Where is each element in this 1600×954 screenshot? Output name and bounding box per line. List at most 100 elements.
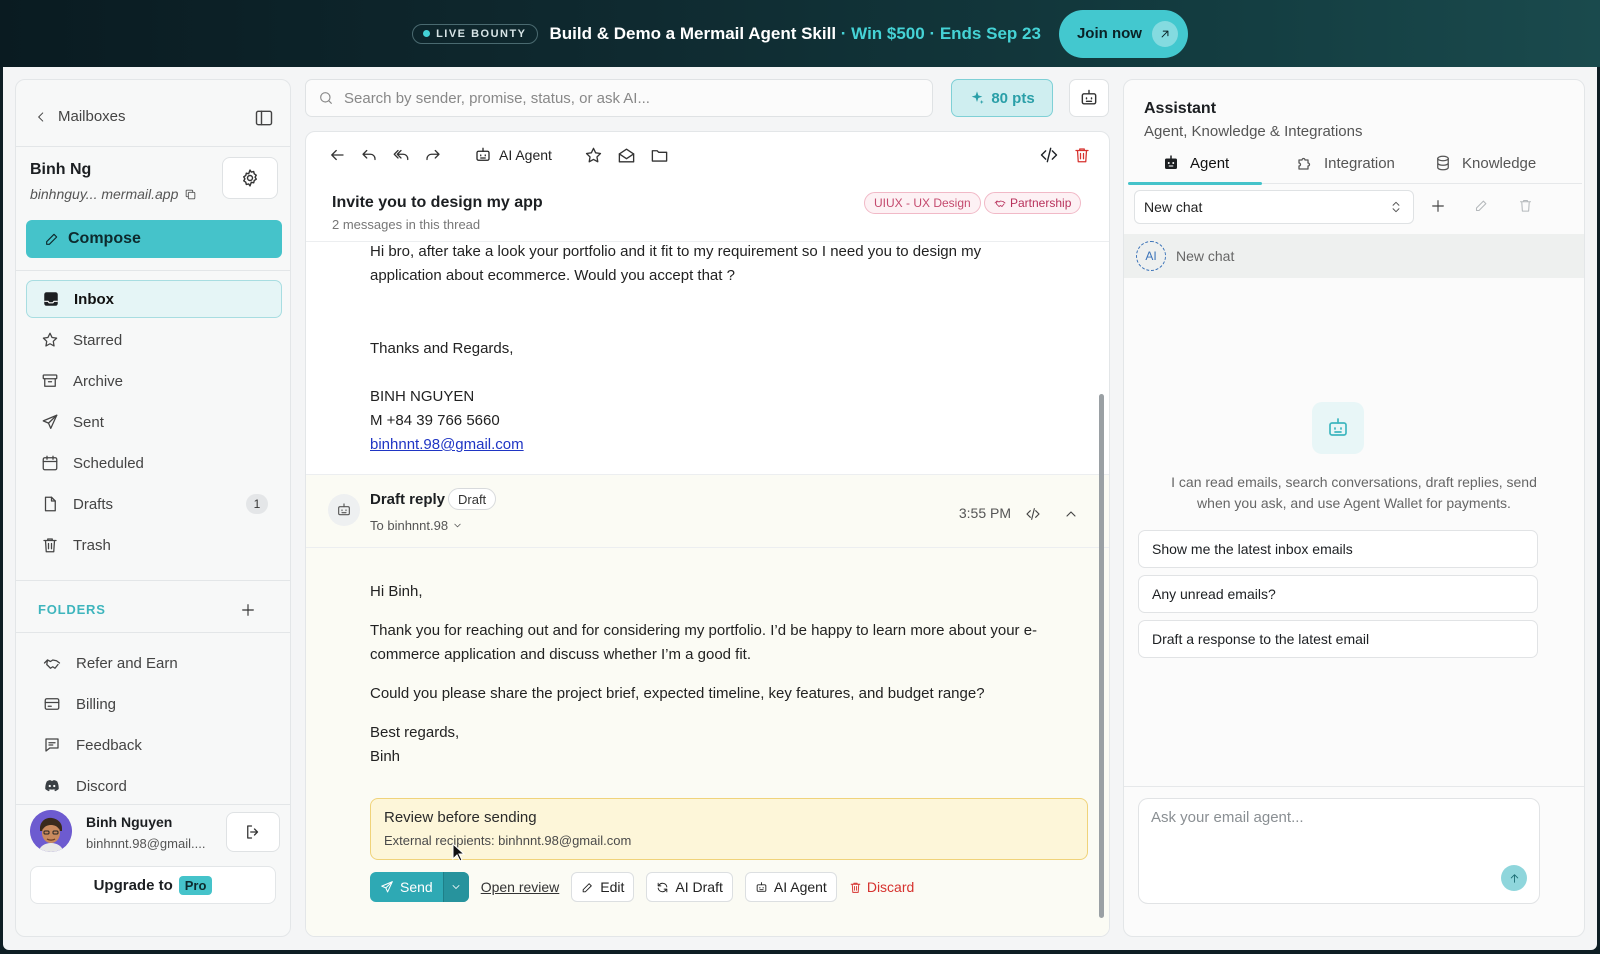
nav-drafts[interactable]: Drafts 1 <box>26 485 282 523</box>
tab-integration[interactable]: Integration <box>1296 150 1395 184</box>
send-options-button[interactable] <box>442 872 469 902</box>
open-review-link[interactable]: Open review <box>481 879 560 895</box>
sidebar-divider <box>16 146 290 147</box>
draft-time: 3:55 PM <box>958 505 1011 521</box>
sidebar-divider <box>16 580 290 581</box>
tab-knowledge[interactable]: Knowledge <box>1434 150 1536 184</box>
chevron-up-icon[interactable] <box>1063 506 1079 522</box>
ai-draft-button[interactable]: AI Draft <box>646 872 733 902</box>
signature-email-link[interactable]: binhnnt.98@gmail.com <box>370 433 524 457</box>
draft-recipient-toggle[interactable]: To binhnnt.98 <box>370 518 463 533</box>
refresh-icon <box>658 882 668 892</box>
link-discord[interactable]: Discord <box>42 771 127 801</box>
account-name: Binh Ng <box>30 161 92 178</box>
discord-icon <box>45 780 59 792</box>
tag-label: UIUX - UX Design <box>874 196 971 210</box>
ask-agent-input[interactable] <box>1151 809 1511 826</box>
discard-button[interactable]: Discard <box>849 879 914 895</box>
chevron-down-icon <box>452 885 460 889</box>
draft-closing: Best regards, <box>370 724 460 741</box>
tag-uiux[interactable]: UIUX - UX Design <box>864 192 981 214</box>
delete-chat-icon[interactable] <box>1518 198 1533 213</box>
send-button-group: Send <box>370 872 469 902</box>
logout-icon <box>247 825 259 839</box>
edit-button[interactable]: Edit <box>571 872 635 902</box>
star-icon[interactable] <box>584 146 603 165</box>
suggestion-chip[interactable]: Show me the latest inbox emails <box>1138 530 1538 568</box>
live-bounty-label: LIVE BOUNTY <box>436 27 527 40</box>
points-button[interactable]: 80 pts <box>951 79 1053 117</box>
nav-archive[interactable]: Archive <box>26 362 282 400</box>
promo-banner: LIVE BOUNTY Build & Demo a Mermail Agent… <box>0 0 1600 67</box>
tab-label: Integration <box>1324 154 1395 172</box>
arrow-left-icon[interactable] <box>328 146 346 164</box>
ai-agent-toolbar-button[interactable]: AI Agent <box>474 146 552 164</box>
drafts-count-badge: 1 <box>246 494 268 514</box>
email-scrollbar[interactable] <box>1099 394 1104 918</box>
draft-header: Draft reply Draft To binhnnt.98 3:55 PM <box>306 474 1109 548</box>
avatar[interactable] <box>30 810 72 852</box>
search-bar[interactable]: Search by sender, promise, status, or as… <box>305 79 933 117</box>
folder-icon[interactable] <box>650 146 669 165</box>
nav-label: Inbox <box>74 290 114 308</box>
reply-all-icon[interactable] <box>392 146 410 164</box>
nav-label: Drafts <box>73 495 114 513</box>
nav-inbox[interactable]: Inbox <box>26 280 282 318</box>
link-billing[interactable]: Billing <box>42 689 116 719</box>
assistant-subtitle: Agent, Knowledge & Integrations <box>1144 123 1363 140</box>
copy-icon[interactable] <box>184 188 197 201</box>
sidebar-toggle-icon[interactable] <box>254 108 274 128</box>
ai-draft-label: AI Draft <box>675 879 723 895</box>
chat-list-item[interactable]: AI New chat <box>1124 234 1584 278</box>
tab-agent[interactable]: Agent <box>1162 150 1229 184</box>
tag-partnership[interactable]: Partnership <box>984 192 1082 214</box>
chat-select-value: New chat <box>1144 199 1203 215</box>
link-refer-and-earn[interactable]: Refer and Earn <box>42 648 178 678</box>
nav-scheduled[interactable]: Scheduled <box>26 444 282 482</box>
send-icon <box>42 414 58 430</box>
nav-starred[interactable]: Starred <box>26 321 282 359</box>
delete-icon[interactable] <box>1073 146 1091 164</box>
suggestion-chip[interactable]: Draft a response to the latest email <box>1138 620 1538 658</box>
agent-toggle-button[interactable] <box>1069 79 1109 117</box>
ask-send-button[interactable] <box>1501 865 1527 891</box>
nav-label: Archive <box>73 372 124 390</box>
robot-icon <box>1165 155 1177 169</box>
logout-button[interactable] <box>226 812 280 852</box>
upgrade-button[interactable]: Upgrade to Pro <box>30 866 276 904</box>
join-now-button[interactable]: Join now <box>1058 9 1188 58</box>
handshake-icon <box>43 659 61 669</box>
discard-label: Discard <box>866 879 915 895</box>
mail-open-icon[interactable] <box>617 146 636 165</box>
inbox-icon <box>44 292 58 306</box>
compose-button[interactable]: Compose <box>26 220 282 258</box>
tab-label: Knowledge <box>1462 154 1537 172</box>
join-now-label: Join now <box>1076 25 1142 42</box>
suggestion-chip[interactable]: Any unread emails? <box>1138 575 1538 613</box>
new-chat-icon[interactable] <box>1430 198 1446 214</box>
code-icon[interactable] <box>1039 145 1059 165</box>
forward-icon[interactable] <box>424 146 442 164</box>
robot-icon <box>476 147 490 161</box>
send-button[interactable]: Send <box>370 872 443 902</box>
sidebar-divider <box>16 270 290 271</box>
search-icon <box>320 92 332 104</box>
live-bounty-badge: LIVE BOUNTY <box>412 23 538 44</box>
rename-chat-icon[interactable] <box>1474 198 1489 213</box>
nav-label: Sent <box>73 413 104 431</box>
nav-sent[interactable]: Sent <box>26 403 282 441</box>
chat-select[interactable]: New chat <box>1134 190 1414 224</box>
tag-label: Partnership <box>1010 196 1072 210</box>
code-icon[interactable] <box>1025 506 1041 522</box>
search-placeholder: Search by sender, promise, status, or as… <box>344 89 650 107</box>
user-email: binhnnt.98@gmail.... <box>86 836 206 851</box>
ai-agent-button[interactable]: AI Agent <box>744 872 837 902</box>
add-folder-icon[interactable] <box>240 602 256 618</box>
compose-label: Compose <box>68 230 141 247</box>
link-feedback[interactable]: Feedback <box>42 730 142 760</box>
reply-icon[interactable] <box>360 146 378 164</box>
settings-button[interactable] <box>222 157 278 199</box>
mailboxes-back-link[interactable]: Mailboxes <box>34 108 126 125</box>
nav-trash[interactable]: Trash <box>26 526 282 564</box>
message-line: application about ecommerce. Would you a… <box>370 267 735 284</box>
